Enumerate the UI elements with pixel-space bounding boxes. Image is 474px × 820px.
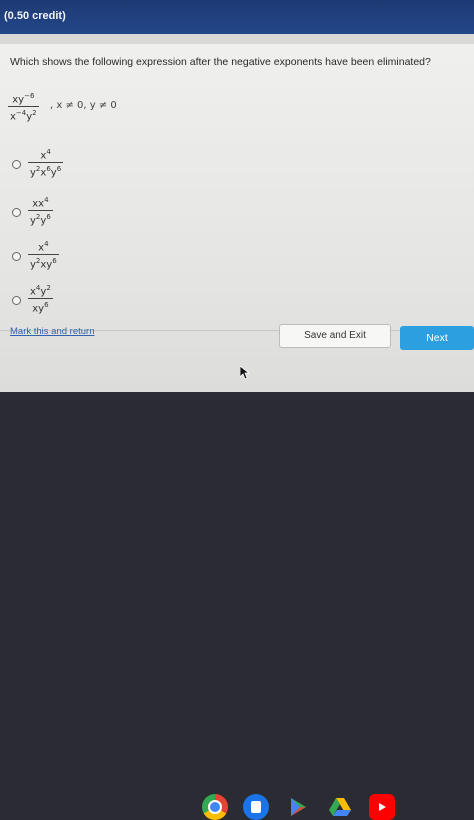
option-c-num-exp: 4 (44, 240, 49, 248)
option-a-num-exp: 4 (46, 148, 51, 156)
youtube-icon[interactable] (369, 794, 395, 820)
option-c-radio[interactable] (12, 252, 21, 261)
option-b-fraction[interactable]: xx4 y2y6 (28, 194, 53, 228)
expression-fraction: xy−6 x−4y2 (8, 90, 39, 124)
option-b-num: xx (32, 198, 45, 210)
option-d-den-xy: xy (32, 303, 45, 315)
option-c-fraction[interactable]: x4 y2xy6 (28, 238, 59, 272)
chrome-icon[interactable] (202, 794, 228, 820)
option-d-den-exp: 6 (44, 301, 49, 310)
play-store-icon[interactable] (285, 794, 311, 820)
expression-condition: , x ≠ 0, y ≠ 0 (50, 100, 117, 111)
option-a-radio[interactable] (12, 160, 21, 169)
option-c-den-xy: xy (40, 259, 53, 271)
option-a-den-exp3: 6 (56, 165, 62, 174)
header-bar: (0.50 credit) (0, 0, 474, 34)
mark-and-return-link[interactable]: Mark this and return (10, 326, 94, 337)
option-d-num-exp2: 2 (46, 284, 51, 292)
option-a-fraction[interactable]: x4 y2x6y6 (28, 146, 64, 180)
next-button[interactable]: Next (400, 326, 474, 350)
save-and-exit-button[interactable]: Save and Exit (279, 324, 391, 348)
expr-numerator: xy (12, 94, 25, 106)
expr-denominator-x-exp: −4 (15, 109, 27, 118)
mouse-cursor-icon (239, 365, 251, 385)
option-d-fraction[interactable]: x4y2 xy6 (28, 282, 53, 316)
files-icon[interactable] (243, 794, 269, 820)
os-shelf (0, 392, 474, 820)
option-c-den-exp2: 6 (52, 257, 57, 266)
expr-numerator-exp: −6 (24, 92, 35, 100)
drive-icon[interactable] (327, 794, 353, 820)
credit-label: (0.50 credit) (4, 10, 66, 22)
divider (0, 34, 474, 44)
option-d-radio[interactable] (12, 296, 21, 305)
expr-denominator-y-exp: 2 (32, 109, 37, 118)
option-b-radio[interactable] (12, 208, 21, 217)
question-text: Which shows the following expression aft… (10, 56, 431, 68)
option-b-den-exp3: 6 (46, 213, 51, 222)
option-b-num-exp: 4 (44, 196, 49, 204)
